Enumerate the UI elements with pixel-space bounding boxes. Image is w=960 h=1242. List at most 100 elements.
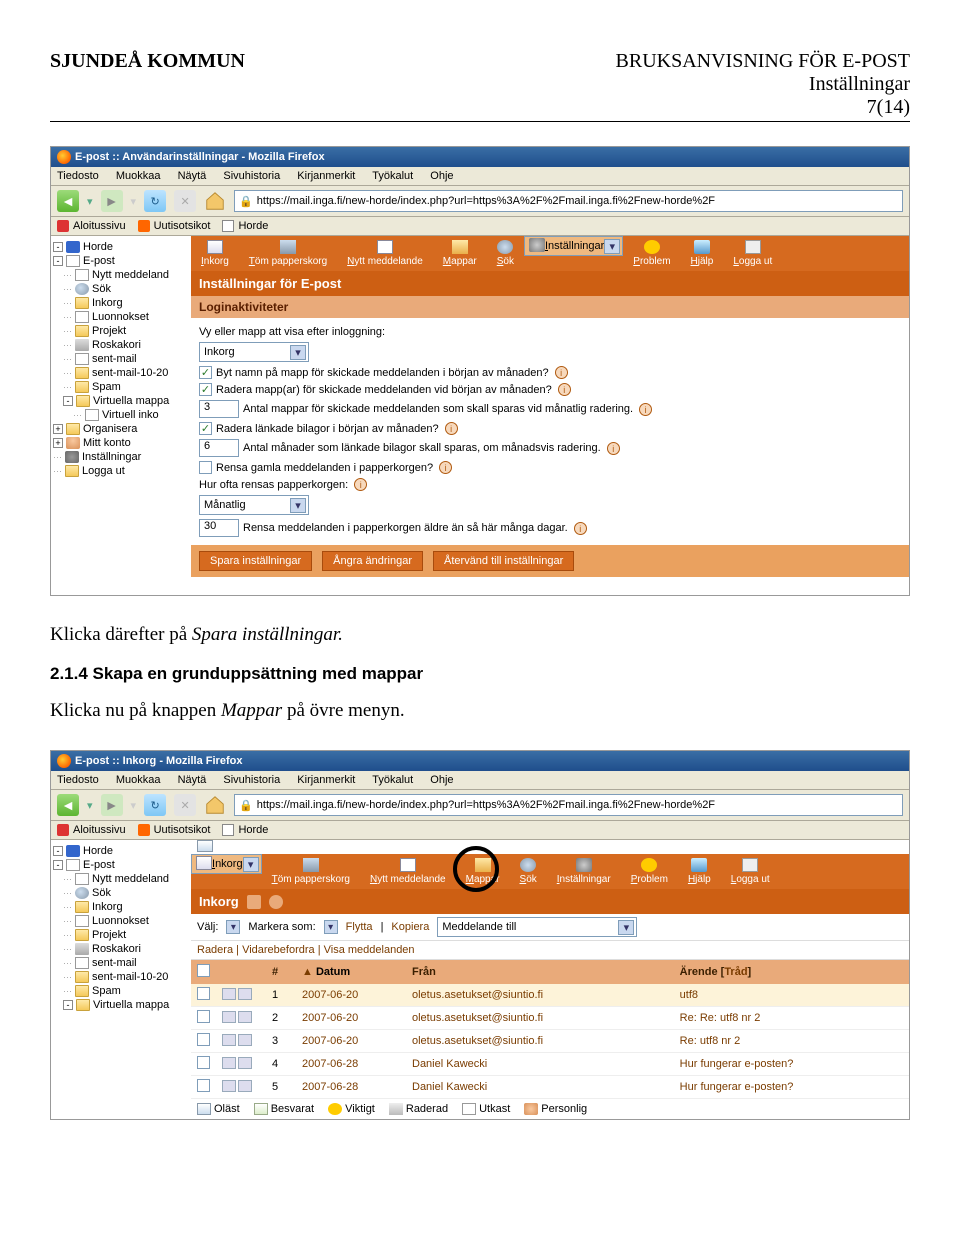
tree-expander[interactable]: +	[53, 438, 63, 448]
menu-history[interactable]: Sivuhistoria	[223, 170, 280, 182]
topnav-item[interactable]: Inkorg	[191, 854, 262, 874]
refresh-icon[interactable]	[197, 840, 213, 852]
tree-expander[interactable]: -	[63, 1000, 73, 1010]
showmsg-link[interactable]: Visa meddelanden	[324, 944, 415, 956]
row-subject[interactable]: Re: utf8 nr 2	[674, 1030, 909, 1053]
row-checkbox[interactable]	[197, 1079, 210, 1092]
row-subject[interactable]: Hur fungerar e-posten?	[674, 1076, 909, 1099]
purge-days-input[interactable]: 30	[199, 519, 239, 537]
sidebar-item[interactable]: ⋯Roskakori	[53, 942, 189, 956]
topnav-item[interactable]: Hjälp	[678, 854, 721, 889]
undo-button[interactable]: Ångra ändringar	[322, 551, 423, 571]
select-all-checkbox[interactable]	[197, 964, 210, 977]
sidebar-item[interactable]: +Mitt konto	[53, 436, 189, 450]
bookmark-news[interactable]: Uutisotsikot	[138, 824, 211, 836]
topnav-item[interactable]: Inställningar	[524, 236, 623, 256]
search-icon[interactable]	[269, 895, 283, 909]
keep-attachments-months-input[interactable]: 6	[199, 439, 239, 457]
save-button[interactable]: Spara inställningar	[199, 551, 312, 571]
topnav-item[interactable]: Mappar	[456, 854, 510, 889]
menu-edit[interactable]: Muokkaa	[116, 774, 161, 786]
row-checkbox[interactable]	[197, 1010, 210, 1023]
refresh-icon[interactable]	[247, 895, 261, 909]
info-icon[interactable]: i	[445, 422, 458, 435]
menu-help[interactable]: Ohje	[430, 170, 453, 182]
topnav-item[interactable]: Inkorg	[191, 236, 239, 271]
row-from[interactable]: oletus.asetukset@siuntio.fi	[406, 1030, 674, 1053]
menu-file[interactable]: Tiedosto	[57, 774, 99, 786]
sidebar-item[interactable]: ⋯Projekt	[53, 324, 189, 338]
row-checkbox[interactable]	[197, 1033, 210, 1046]
menu-bookmarks[interactable]: Kirjanmerkit	[297, 774, 355, 786]
tree-expander[interactable]: -	[53, 242, 63, 252]
info-icon[interactable]: i	[555, 366, 568, 379]
tree-expander[interactable]: -	[53, 860, 63, 870]
browser-menubar[interactable]: Tiedosto Muokkaa Näytä Sivuhistoria Kirj…	[51, 167, 909, 186]
copy-link[interactable]: Kopiera	[391, 921, 429, 933]
sidebar-item[interactable]: ⋯Virtuell inko	[53, 408, 189, 422]
topnav-item[interactable]: Nytt meddelande	[360, 854, 456, 889]
sidebar-item[interactable]: ⋯Logga ut	[53, 464, 189, 478]
forward-link[interactable]: Vidarebefordra	[242, 944, 315, 956]
sidebar-item[interactable]: ⋯Inkorg	[53, 296, 189, 310]
select-dropdown[interactable]: ▾	[226, 920, 240, 934]
back-button[interactable]: ◄	[57, 190, 79, 212]
topnav-item[interactable]: Problem	[621, 854, 678, 889]
tree-expander[interactable]: +	[53, 424, 63, 434]
sidebar-item[interactable]: ⋯Inställningar	[53, 450, 189, 464]
sidebar-item[interactable]: -Horde	[53, 240, 189, 254]
row-from[interactable]: Daniel Kawecki	[406, 1053, 674, 1076]
sidebar-tree[interactable]: -Horde-E-post⋯Nytt meddeland⋯Sök⋯Inkorg⋯…	[51, 236, 191, 595]
sidebar-item[interactable]: -E-post	[53, 858, 189, 872]
sidebar-item[interactable]: +Organisera	[53, 422, 189, 436]
topnav-item[interactable]: Inställningar	[547, 854, 621, 889]
menu-tools[interactable]: Työkalut	[372, 170, 413, 182]
sidebar-item[interactable]: ⋯sent-mail	[53, 956, 189, 970]
sidebar-item[interactable]: ⋯sent-mail	[53, 352, 189, 366]
sidebar-item[interactable]: ⋯Luonnokset	[53, 914, 189, 928]
browser-menubar[interactable]: Tiedosto Muokkaa Näytä Sivuhistoria Kirj…	[51, 771, 909, 790]
topnav-item[interactable]: Logga ut	[723, 236, 782, 271]
tree-expander[interactable]: -	[53, 846, 63, 856]
purge-trash-checkbox[interactable]	[199, 461, 212, 474]
topnav-item[interactable]: Sök	[487, 236, 524, 271]
move-link[interactable]: Flytta	[346, 921, 373, 933]
rename-sent-checkbox[interactable]: ✓	[199, 366, 212, 379]
sidebar-item[interactable]: ⋯Projekt	[53, 928, 189, 942]
row-checkbox[interactable]	[197, 1056, 210, 1069]
topnav-item[interactable]: Logga ut	[721, 854, 780, 889]
info-icon[interactable]: i	[558, 383, 571, 396]
row-checkbox[interactable]	[197, 987, 210, 1000]
sidebar-item[interactable]: ⋯Sök	[53, 886, 189, 900]
sidebar-item[interactable]: ⋯sent-mail-10-20	[53, 366, 189, 380]
delete-sent-checkbox[interactable]: ✓	[199, 383, 212, 396]
menu-edit[interactable]: Muokkaa	[116, 170, 161, 182]
delete-attachments-checkbox[interactable]: ✓	[199, 422, 212, 435]
sidebar-item[interactable]: ⋯Sök	[53, 282, 189, 296]
info-icon[interactable]: i	[639, 403, 652, 416]
purge-freq-select[interactable]: Månatlig	[199, 495, 309, 515]
row-from[interactable]: oletus.asetukset@siuntio.fi	[406, 1007, 674, 1030]
table-row[interactable]: 22007-06-20oletus.asetukset@siuntio.fiRe…	[191, 1007, 909, 1030]
menu-help[interactable]: Ohje	[430, 774, 453, 786]
col-num[interactable]: #	[266, 960, 296, 984]
menu-view[interactable]: Näytä	[178, 774, 207, 786]
row-from[interactable]: Daniel Kawecki	[406, 1076, 674, 1099]
keep-folders-input[interactable]: 3	[199, 400, 239, 418]
return-button[interactable]: Återvänd till inställningar	[433, 551, 574, 571]
home-button[interactable]	[204, 190, 226, 212]
topnav-item[interactable]: Sök	[510, 854, 547, 889]
sidebar-item[interactable]: -E-post	[53, 254, 189, 268]
sidebar-item[interactable]: ⋯Inkorg	[53, 900, 189, 914]
bookmark-horde[interactable]: Horde	[222, 824, 268, 836]
sidebar-item[interactable]: ⋯Luonnokset	[53, 310, 189, 324]
col-subject[interactable]: Ärende [Tråd]	[674, 960, 909, 984]
sidebar-item[interactable]: -Horde	[53, 844, 189, 858]
delete-link[interactable]: Radera	[197, 944, 233, 956]
col-date[interactable]: ▲ Datum	[296, 960, 406, 984]
back-button[interactable]: ◄	[57, 794, 79, 816]
sidebar-item[interactable]: -Virtuella mappa	[53, 394, 189, 408]
reload-button[interactable]: ↻	[144, 190, 166, 212]
destination-select[interactable]: Meddelande till	[437, 917, 637, 937]
tree-expander[interactable]: -	[53, 256, 63, 266]
